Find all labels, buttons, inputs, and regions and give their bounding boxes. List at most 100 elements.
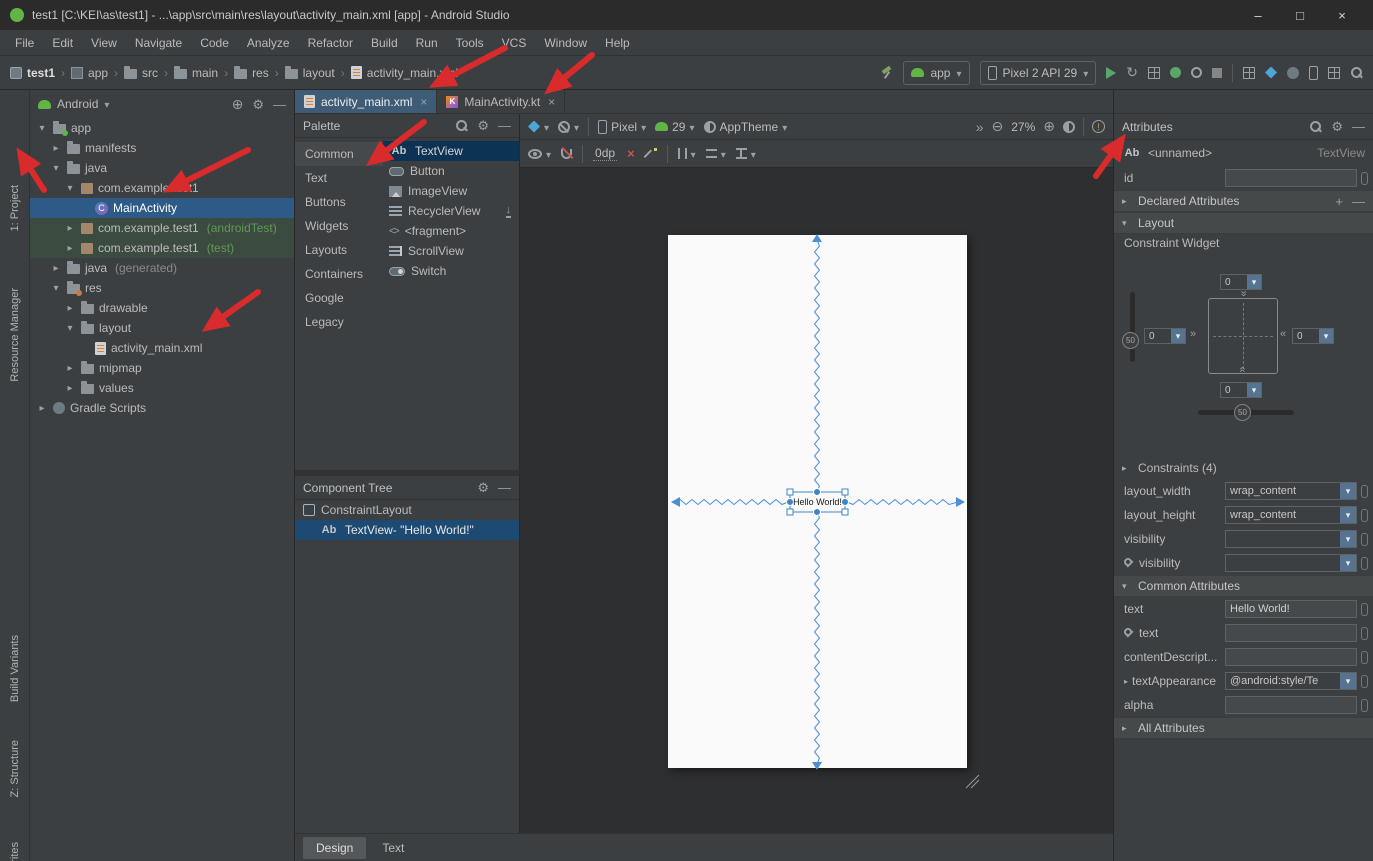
debug-button[interactable] — [1170, 67, 1181, 78]
attribute-dropdown[interactable]: wrap_content — [1225, 506, 1357, 524]
attribute-input[interactable]: Hello World! — [1225, 600, 1357, 618]
profile-button[interactable] — [1191, 67, 1202, 78]
search-icon[interactable] — [1309, 120, 1322, 133]
hide-panel-icon[interactable]: — — [498, 119, 511, 132]
expand-arrow-icon[interactable]: ▸ — [64, 363, 76, 374]
breadcrumb-res[interactable]: res — [234, 66, 269, 80]
gear-icon[interactable]: ⚙ — [477, 119, 489, 132]
tree-item-mipmap[interactable]: ▸mipmap — [30, 358, 294, 378]
chevron-down-icon[interactable] — [1340, 483, 1356, 499]
tree-item-drawable[interactable]: ▸drawable — [30, 298, 294, 318]
palette-component-button[interactable]: Button — [383, 161, 519, 181]
expand-arrow-icon[interactable]: ▸ — [50, 263, 62, 274]
menu-run[interactable]: Run — [407, 33, 447, 53]
margin-left-dropdown[interactable]: 0 — [1144, 328, 1186, 344]
component-tree-item-constraintlayout[interactable]: ConstraintLayout — [295, 500, 519, 520]
attribute-input[interactable] — [1225, 648, 1357, 666]
expand-arrow-icon[interactable]: ▾ — [36, 123, 48, 134]
gradle-sync-icon[interactable] — [1287, 67, 1299, 79]
menu-tools[interactable]: Tools — [447, 33, 493, 53]
common-attributes-section[interactable]: ▾ Common Attributes — [1114, 575, 1373, 597]
bookmark-icon[interactable] — [1361, 603, 1368, 616]
close-tab-icon[interactable]: × — [548, 95, 555, 109]
palette-category-common[interactable]: Common — [295, 142, 383, 166]
palette-category-widgets[interactable]: Widgets — [295, 214, 383, 238]
search-icon[interactable] — [455, 119, 468, 132]
constraints-section[interactable]: ▸ Constraints (4) — [1114, 457, 1373, 479]
chevron-down-icon[interactable] — [1171, 329, 1185, 343]
breadcrumb-layout[interactable]: layout — [285, 66, 335, 80]
hide-panel-icon[interactable]: — — [273, 98, 286, 111]
constraint-widget-square[interactable] — [1208, 298, 1278, 374]
canvas-resize-handle[interactable] — [966, 775, 979, 788]
expand-arrow-icon[interactable]: ▾ — [64, 183, 76, 194]
expand-arrow-icon[interactable]: ▸ — [64, 383, 76, 394]
device-select[interactable]: Pixel 2 API 29 — [980, 61, 1097, 85]
zoom-out-button[interactable]: ⊖ — [992, 118, 1004, 135]
toolwindow-button-2-favorites[interactable]: 2: Favorites — [0, 842, 29, 861]
palette-component-switch[interactable]: Switch — [383, 261, 519, 281]
breadcrumb-activity-main-xml[interactable]: activity_main.xml — [351, 66, 458, 80]
align-select[interactable] — [706, 147, 726, 161]
gear-icon[interactable]: ⚙ — [1331, 120, 1343, 133]
remove-attribute-icon[interactable]: — — [1352, 195, 1365, 208]
chevron-down-icon[interactable] — [1340, 555, 1356, 571]
expand-arrow-icon[interactable]: ▸ — [64, 303, 76, 314]
editor-tab-activity-main-xml[interactable]: activity_main.xml× — [295, 90, 437, 113]
tree-item-java[interactable]: ▾java — [30, 158, 294, 178]
tree-item-manifests[interactable]: ▸manifests — [30, 138, 294, 158]
autoconnect-off-icon[interactable] — [561, 149, 572, 159]
pack-select[interactable] — [736, 147, 756, 161]
tree-item-layout[interactable]: ▾layout — [30, 318, 294, 338]
menu-edit[interactable]: Edit — [43, 33, 82, 53]
tree-item-com-example-test1-androidtest[interactable]: ▸com.example.test1(androidTest) — [30, 218, 294, 238]
expand-arrow-icon[interactable]: ▸ — [1124, 677, 1128, 686]
tree-item-gradle-scripts[interactable]: ▸Gradle Scripts — [30, 398, 294, 418]
avd-manager-icon[interactable] — [1309, 66, 1318, 80]
layout-inspector-icon[interactable] — [1265, 67, 1277, 79]
clear-constraints-icon[interactable]: × — [627, 146, 635, 161]
warnings-icon[interactable]: ! — [1092, 120, 1105, 133]
orientation-select[interactable] — [558, 120, 579, 134]
attach-debugger-icon[interactable] — [1148, 67, 1160, 79]
expand-arrow-icon[interactable]: ▸ — [50, 143, 62, 154]
minimize-button[interactable]: – — [1237, 0, 1279, 30]
menu-file[interactable]: File — [6, 33, 43, 53]
toolwindow-button-resource-manager[interactable]: Resource Manager — [0, 288, 29, 382]
sdk-manager-icon[interactable] — [1328, 67, 1340, 79]
margin-bottom-dropdown[interactable]: 0 — [1220, 382, 1262, 398]
palette-component-scrollview[interactable]: ScrollView — [383, 241, 519, 261]
breadcrumb-app[interactable]: app — [71, 66, 108, 80]
theme-picker[interactable]: AppTheme — [704, 120, 788, 134]
breadcrumb-src[interactable]: src — [124, 66, 158, 80]
all-attributes-section[interactable]: ▸ All Attributes — [1114, 717, 1373, 739]
breadcrumb-test1[interactable]: test1 — [10, 66, 55, 80]
tree-item-java-generated[interactable]: ▸java(generated) — [30, 258, 294, 278]
infer-constraints-icon[interactable] — [645, 148, 657, 160]
menu-help[interactable]: Help — [596, 33, 639, 53]
search-everywhere-icon[interactable] — [1350, 66, 1363, 79]
tree-item-com-example-test1[interactable]: ▾com.example.test1 — [30, 178, 294, 198]
design-surface-select[interactable] — [528, 120, 549, 134]
palette-component-fragment[interactable]: <><fragment> — [383, 221, 519, 241]
margin-right-dropdown[interactable]: 0 — [1292, 328, 1334, 344]
bookmark-icon[interactable] — [1361, 651, 1368, 664]
chevron-down-icon[interactable] — [1340, 531, 1356, 547]
bookmark-icon[interactable] — [1361, 557, 1368, 570]
design-canvas[interactable]: Hello World! — [520, 168, 1113, 833]
margin-top-dropdown[interactable]: 0 — [1220, 274, 1262, 290]
horizontal-bias-badge[interactable]: 50 — [1234, 404, 1251, 421]
vertical-bias-track[interactable] — [1130, 292, 1135, 362]
close-button[interactable]: × — [1321, 0, 1363, 30]
expand-arrow-icon[interactable]: ▸ — [36, 403, 48, 414]
editor-tab-mainactivity-kt[interactable]: KMainActivity.kt× — [437, 90, 565, 113]
bookmark-icon[interactable] — [1361, 172, 1368, 185]
chevron-down-icon[interactable] — [1340, 507, 1356, 523]
expand-arrow-icon[interactable]: ▾ — [50, 163, 62, 174]
gear-icon[interactable]: ⚙ — [477, 481, 489, 494]
menu-refactor[interactable]: Refactor — [299, 33, 362, 53]
bookmark-icon[interactable] — [1361, 627, 1368, 640]
toolwindow-button-build-variants[interactable]: Build Variants — [0, 635, 29, 702]
palette-component-imageview[interactable]: ImageView — [383, 181, 519, 201]
zoom-in-button[interactable]: ⊕ — [1043, 118, 1055, 135]
